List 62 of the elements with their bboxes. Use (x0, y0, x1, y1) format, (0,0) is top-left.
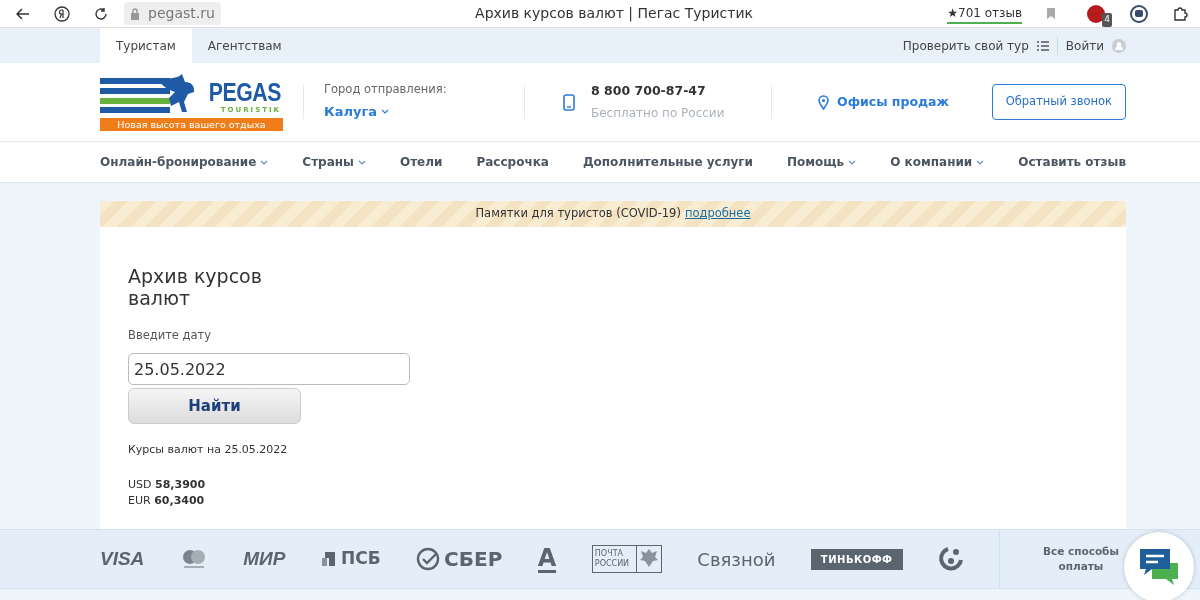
date-label: Введите дату (128, 327, 213, 344)
payment-logo: СБЕР (444, 546, 503, 573)
check-tour-link[interactable]: Проверить свой тур (902, 36, 1029, 55)
extension-badge: 4 (1102, 13, 1112, 27)
nav-menu-item[interactable]: Дополнительные услуги (582, 153, 753, 171)
chevron-down-icon (976, 159, 985, 165)
sber-check-icon (416, 547, 441, 571)
payment-logo: Связной (697, 547, 776, 572)
extension-icon[interactable] (1086, 3, 1106, 24)
list-icon (1036, 40, 1049, 51)
logo-wordmark: PEGAS (208, 79, 282, 105)
reload-icon[interactable] (94, 6, 108, 21)
chat-extension-icon[interactable] (1130, 4, 1148, 23)
audience-tab[interactable]: Агентствам (191, 28, 298, 63)
location-pin-icon (818, 94, 829, 110)
city-select[interactable]: Калуга (324, 102, 389, 122)
lock-icon (130, 7, 140, 20)
payment-logo-icon (938, 546, 964, 572)
chevron-down-icon (380, 109, 389, 115)
nav-menu-item[interactable]: Отели (399, 153, 443, 171)
city-label: Город отправления: (324, 80, 448, 98)
date-input[interactable]: 25.05.2022 (128, 353, 410, 386)
nav-menu-item[interactable]: Рассрочка (476, 153, 549, 171)
address-bar[interactable]: pegast.ru (124, 2, 221, 25)
rate-line: EUR 60,3400 (128, 492, 206, 509)
nav-menu-item[interactable]: Страны (302, 153, 366, 171)
payment-logo: ПСБ (340, 547, 381, 571)
post-logo: ПОЧТА РОССИИ (591, 545, 662, 573)
page-title: Архив курсов валют | Пегас Туристик (474, 4, 754, 24)
chevron-down-icon (848, 159, 857, 165)
login-link[interactable]: Войти (1065, 36, 1104, 55)
back-arrow-icon[interactable] (16, 7, 30, 20)
notice-text: Памятки для туристов (COVID-19) (475, 205, 681, 223)
payment-logo: А (537, 545, 557, 573)
chat-icon (1138, 547, 1180, 587)
payment-logo: VISA (100, 546, 145, 571)
rating-link[interactable]: ★701 отзыв (947, 3, 1022, 24)
browser-logo-icon[interactable] (54, 5, 70, 22)
nav-menu-item[interactable]: Оставить отзыв (1018, 153, 1126, 171)
find-button[interactable]: Найти (128, 388, 301, 425)
page-heading: Архив курсов валют (128, 265, 263, 309)
chevron-down-icon (260, 159, 269, 165)
nav-menu-item[interactable]: Помощь (787, 153, 857, 171)
nav-menu-item[interactable]: Онлайн-бронирование (100, 153, 269, 171)
phone-icon (563, 93, 575, 111)
chevron-down-icon (357, 159, 366, 165)
payment-logo: ТИНЬКОФФ (810, 548, 903, 570)
all-payment-methods-link[interactable]: Все способы оплаты (1035, 544, 1126, 574)
phone-number[interactable]: 8 800 700-87-47 (591, 82, 751, 101)
rate-line: USD 58,3900 (128, 476, 207, 493)
details-link[interactable]: подробнее (684, 205, 751, 223)
sales-offices-link[interactable]: Офисы продаж (837, 92, 949, 112)
user-avatar-icon (1112, 38, 1126, 53)
rates-caption: Курсы валют на 25.05.2022 (128, 442, 289, 459)
payment-logo: МИР (243, 546, 286, 571)
audience-tab[interactable]: Туристам (100, 28, 192, 63)
callback-button[interactable]: Обратный звонок (991, 84, 1126, 120)
puzzle-icon[interactable] (1172, 5, 1188, 22)
nav-menu-item[interactable]: О компании (890, 153, 985, 171)
phone-note: Бесплатно по России (591, 104, 726, 122)
logo-slogan: Новая высота вашего отдыха (100, 117, 283, 131)
psb-logo-icon (320, 550, 337, 568)
